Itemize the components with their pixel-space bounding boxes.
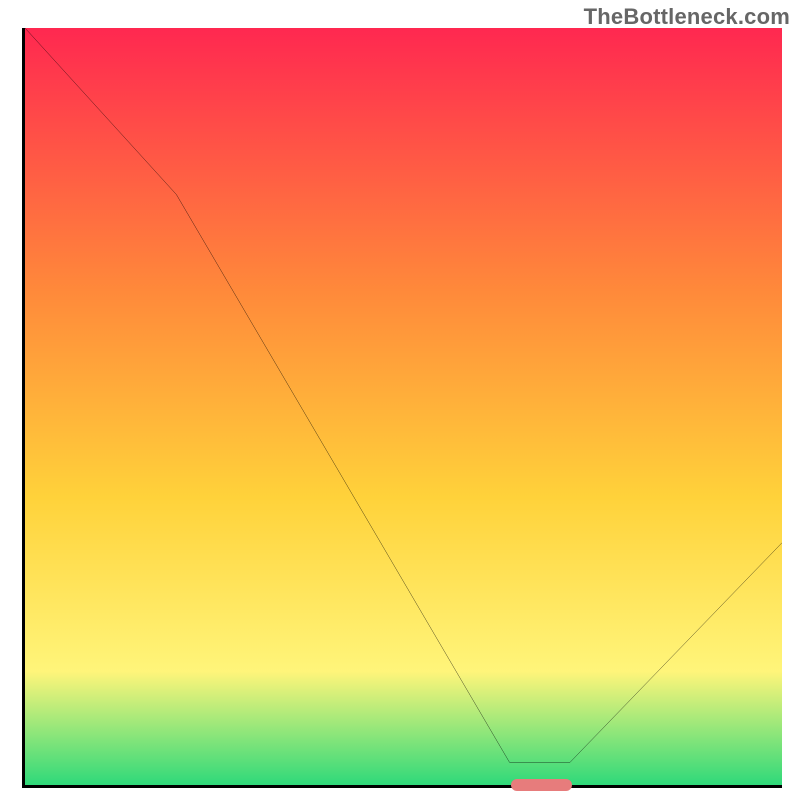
gradient-background — [25, 28, 782, 785]
optimal-range-marker — [511, 779, 572, 791]
plot-svg — [25, 28, 782, 785]
watermark-text: TheBottleneck.com — [584, 4, 790, 30]
plot-area — [22, 28, 782, 788]
chart-wrap: TheBottleneck.com — [0, 0, 800, 800]
